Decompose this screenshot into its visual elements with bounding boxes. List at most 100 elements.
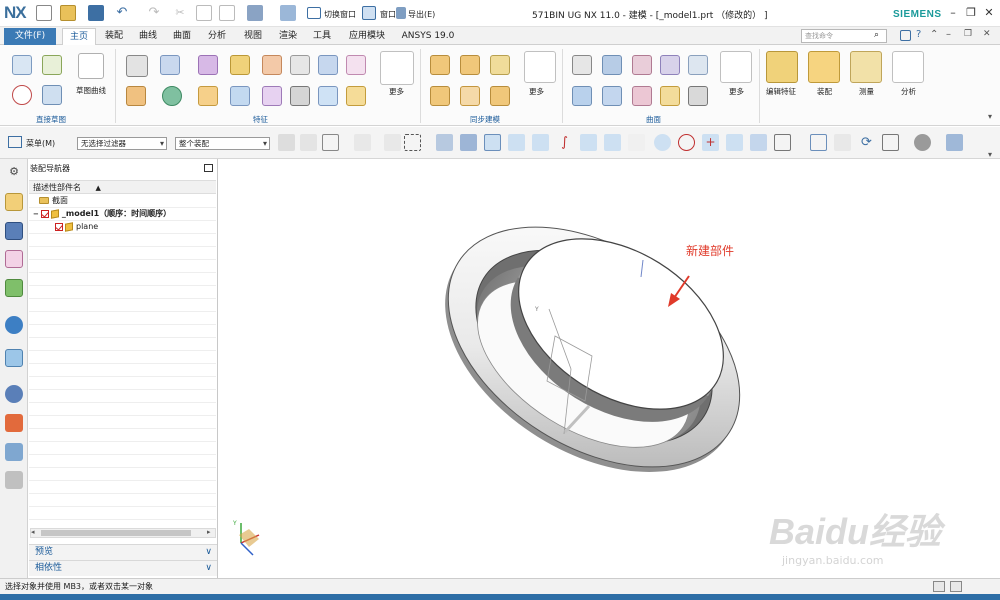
part-navigator-icon[interactable]	[5, 250, 23, 268]
redo-icon[interactable]: ↷	[146, 5, 162, 21]
cut-icon[interactable]: ✂	[172, 5, 188, 21]
tab-application[interactable]: 应用模块	[342, 28, 392, 45]
help-icon[interactable]: ?	[916, 29, 921, 40]
paste-icon[interactable]	[219, 5, 235, 21]
doc-restore-icon[interactable]: ❐	[964, 29, 972, 39]
export-menu[interactable]: 导出(E)	[408, 9, 435, 20]
sketch-curve-icon[interactable]	[78, 53, 104, 79]
process-studio-icon[interactable]	[5, 443, 23, 461]
sync-pattern-face-icon[interactable]	[490, 86, 510, 106]
sync-resize-icon[interactable]	[430, 86, 450, 106]
surface-through-curves-icon[interactable]	[572, 55, 592, 75]
sync-offset-icon[interactable]	[490, 55, 510, 75]
point-snap-icon[interactable]	[354, 134, 371, 151]
open-folder-icon[interactable]	[60, 5, 76, 21]
sync-pull-face-icon[interactable]	[460, 55, 480, 75]
swept-icon[interactable]	[632, 55, 652, 75]
reuse-library-icon[interactable]	[5, 279, 23, 297]
selection-scope-select[interactable]: 整个装配	[175, 137, 270, 150]
system-materials-icon[interactable]	[5, 414, 23, 432]
trim-sheet-icon[interactable]	[632, 86, 652, 106]
point-on-face-icon[interactable]	[750, 134, 767, 151]
render-style-icon[interactable]	[914, 134, 931, 151]
assembly-label[interactable]: 装配	[817, 86, 832, 97]
sync-more-button[interactable]: 更多	[529, 86, 544, 97]
sew-icon[interactable]	[688, 86, 708, 106]
hd3d-tools-icon[interactable]	[5, 316, 23, 334]
toolbar-expand-icon[interactable]: ▾	[988, 150, 992, 159]
measure-label[interactable]: 测量	[859, 86, 874, 97]
grid-icon[interactable]	[774, 134, 791, 151]
menu-icon[interactable]	[8, 136, 22, 148]
point-on-curve-icon[interactable]	[726, 134, 743, 151]
spline-icon[interactable]	[604, 134, 621, 151]
sweep-surface-icon[interactable]	[572, 86, 592, 106]
edit-feature-icon[interactable]	[766, 51, 798, 83]
copy-icon[interactable]	[196, 5, 212, 21]
web-browser-icon[interactable]	[5, 349, 23, 367]
collapse-ribbon-icon[interactable]: ⌃	[930, 29, 938, 40]
collapse-toggle-icon[interactable]: −	[33, 210, 39, 218]
curve-icon[interactable]: ∫	[556, 134, 573, 151]
tab-view[interactable]: 视图	[237, 28, 269, 45]
switch-window-icon[interactable]	[307, 7, 321, 19]
existing-point-icon[interactable]: +	[702, 134, 719, 151]
control-point-icon[interactable]	[580, 134, 597, 151]
circle-icon[interactable]	[12, 85, 32, 105]
assembly-navigator-icon[interactable]	[5, 193, 23, 211]
export-icon[interactable]	[396, 7, 406, 19]
scroll-right-icon[interactable]: ▸	[207, 528, 211, 536]
analysis-label[interactable]: 分析	[901, 86, 916, 97]
extend-sheet-icon[interactable]	[660, 86, 680, 106]
studio-surface-icon[interactable]	[660, 55, 680, 75]
edge-blend-icon[interactable]	[198, 86, 218, 106]
block-icon[interactable]	[126, 86, 146, 106]
body-filter-icon[interactable]	[436, 134, 453, 151]
feature-filter-icon[interactable]	[484, 134, 501, 151]
restore-button[interactable]: ❐	[964, 6, 978, 20]
tree-row-sections[interactable]: 截面	[29, 195, 216, 208]
sketch-icon[interactable]	[12, 55, 32, 75]
pocket-icon[interactable]	[262, 55, 282, 75]
file-menu[interactable]: 文件(F)	[4, 28, 56, 45]
minimize-button[interactable]: –	[946, 6, 960, 20]
tab-home[interactable]: 主页	[62, 28, 96, 45]
role-icon[interactable]	[900, 30, 911, 41]
doc-close-icon[interactable]: ✕	[983, 29, 991, 39]
settings-gear-icon[interactable]: ⚙	[5, 163, 23, 181]
tree-row-model1[interactable]: − _model1（顺序：时间顺序）	[29, 208, 216, 221]
rectangle-select-icon[interactable]	[404, 134, 421, 151]
preview-section[interactable]: 预览 ∨	[29, 544, 217, 560]
slot-icon[interactable]	[290, 55, 310, 75]
end-point-icon[interactable]	[532, 134, 549, 151]
navigator-column-header[interactable]: 描述性部件名 ▲	[29, 180, 216, 194]
roles-icon[interactable]	[5, 471, 23, 489]
tab-curve[interactable]: 曲线	[132, 28, 164, 45]
status-mode-icon[interactable]	[933, 581, 945, 592]
tree-row-plane[interactable]: plane	[29, 221, 216, 234]
n-sided-surface-icon[interactable]	[602, 86, 622, 106]
arc-center-icon[interactable]	[654, 134, 671, 151]
extrude-icon[interactable]	[126, 55, 148, 77]
select-option-icon[interactable]	[322, 134, 339, 151]
tab-assembly[interactable]: 装配	[98, 28, 130, 45]
undo-icon[interactable]: ↶	[114, 5, 130, 21]
horizontal-scrollbar[interactable]	[30, 528, 216, 538]
chevron-down-icon[interactable]: ∨	[205, 561, 212, 576]
fit-icon[interactable]	[810, 134, 827, 151]
constraint-navigator-icon[interactable]	[5, 222, 23, 240]
sketch-point-icon[interactable]	[42, 55, 62, 75]
snap-icon[interactable]	[300, 134, 317, 151]
ruled-surface-icon[interactable]	[602, 55, 622, 75]
zoom-icon[interactable]	[834, 134, 851, 151]
boss-icon[interactable]	[230, 55, 250, 75]
assembly-icon[interactable]	[808, 51, 840, 83]
new-file-icon[interactable]	[36, 5, 52, 21]
doc-minimize-icon[interactable]: –	[946, 29, 951, 40]
tab-analysis[interactable]: 分析	[201, 28, 233, 45]
switch-window-label[interactable]: 切换窗口	[324, 9, 356, 20]
menu-button[interactable]: 菜单(M)	[26, 138, 55, 149]
window-menu[interactable]: 窗口	[380, 9, 396, 20]
select-all-icon[interactable]	[384, 134, 401, 151]
quadrant-icon[interactable]	[678, 134, 695, 151]
